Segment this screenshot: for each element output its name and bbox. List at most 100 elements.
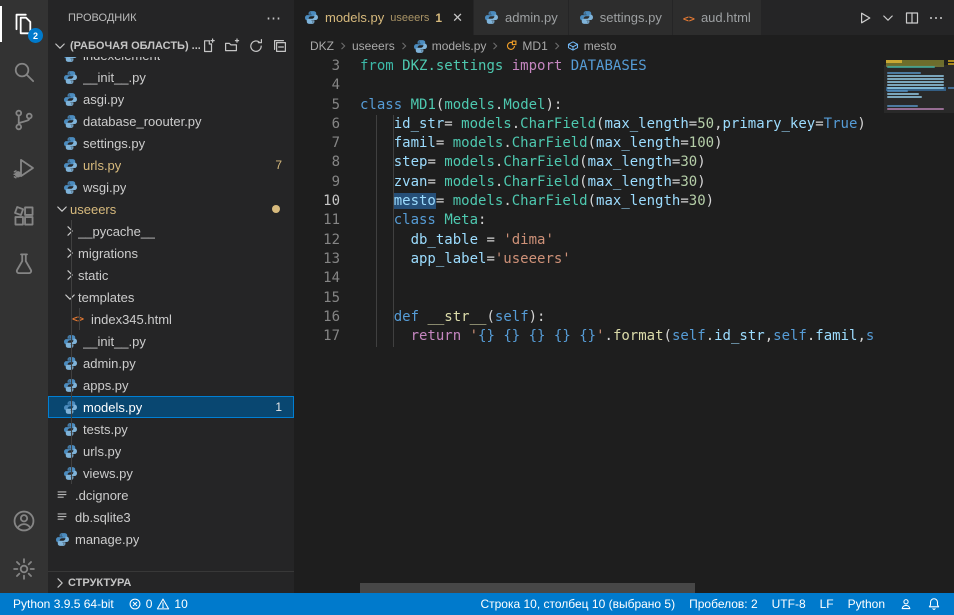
breadcrumb-item-mesto[interactable]: mesto (566, 39, 617, 53)
breadcrumb-label: MD1 (522, 39, 547, 53)
problems-status[interactable]: 010 (121, 593, 195, 615)
code-line-9[interactable]: 9 zvan= models.CharField(max_length=30) (294, 173, 884, 192)
split-editor-button[interactable] (902, 8, 922, 28)
code-line-13[interactable]: 13 app_label='useeers' (294, 250, 884, 269)
new-folder-icon[interactable] (224, 38, 240, 54)
activity-explorer[interactable]: 2 (0, 0, 48, 48)
tree-item-apps.py[interactable]: apps.py (48, 374, 294, 396)
tree-item-label: settings.py (83, 136, 145, 151)
eol-status[interactable]: LF (813, 593, 841, 615)
feedback-button[interactable] (892, 593, 920, 615)
tree-item-wsgi.py[interactable]: wsgi.py (48, 176, 294, 198)
tree-item-tests.py[interactable]: tests.py (48, 418, 294, 440)
badge-count: 2 (28, 28, 43, 43)
tab-models.py[interactable]: models.pyuseeers1✕ (294, 0, 474, 35)
editor-more-actions[interactable] (926, 8, 946, 28)
tab-aud.html[interactable]: <>aud.html (673, 0, 762, 35)
run-dropdown[interactable] (878, 8, 898, 28)
notifications-bell[interactable] (920, 593, 948, 615)
tree-item-__pycache__[interactable]: __pycache__ (48, 220, 294, 242)
tree-item-admin.py[interactable]: admin.py (48, 352, 294, 374)
code-line-8[interactable]: 8 step= models.CharField(max_length=30) (294, 153, 884, 172)
minimap-slider[interactable] (884, 65, 954, 113)
tree-item-useeers[interactable]: useeers (48, 198, 294, 220)
horizontal-scrollbar[interactable] (360, 583, 695, 593)
tree-item-indexelement[interactable]: indexelement (48, 57, 294, 66)
new-file-icon[interactable] (200, 38, 216, 54)
breadcrumb-item-useeers[interactable]: useeers (352, 39, 395, 53)
tree-item-label: db.sqlite3 (75, 510, 131, 525)
tree-item-migrations[interactable]: migrations (48, 242, 294, 264)
code-line-15[interactable]: 15 (294, 289, 884, 308)
run-button[interactable] (854, 8, 874, 28)
code-editor[interactable]: 3from DKZ.settings import DATABASES45cla… (294, 57, 884, 593)
breadcrumb-item-DKZ[interactable]: DKZ (310, 39, 334, 53)
line-number: 16 (294, 308, 340, 327)
tree-item-static[interactable]: static (48, 264, 294, 286)
line-number: 14 (294, 269, 340, 288)
minimap[interactable] (884, 57, 954, 593)
tree-item-manage.py[interactable]: manage.py (48, 528, 294, 550)
activity-account[interactable] (0, 497, 48, 545)
tab-admin.py[interactable]: admin.py (474, 0, 569, 35)
breadcrumb-item-models.py[interactable]: models.py (413, 39, 487, 54)
tab-settings.py[interactable]: settings.py (569, 0, 673, 35)
breadcrumb-item-MD1[interactable]: MD1 (504, 39, 547, 53)
code-line-text: return '{} {} {} {} {}'.format(self.id_s… (360, 327, 874, 346)
activity-extensions[interactable] (0, 192, 48, 240)
workspace-section-header[interactable]: (РАБОЧАЯ ОБЛАСТЬ) ... (48, 35, 294, 57)
indentation-status[interactable]: Пробелов: 2 (682, 593, 765, 615)
line-number: 12 (294, 231, 340, 250)
more-actions-icon[interactable]: ⋯ (266, 9, 282, 27)
cursor-position-status[interactable]: Строка 10, столбец 10 (выбрано 5) (473, 593, 682, 615)
outline-section-header[interactable]: СТРУКТУРА (48, 571, 294, 593)
encoding-status[interactable]: UTF-8 (765, 593, 813, 615)
activity-run-debug[interactable] (0, 144, 48, 192)
python-interpreter-status[interactable]: Python 3.9.5 64-bit (6, 593, 121, 615)
search-icon (12, 60, 36, 84)
tree-item-views.py[interactable]: views.py (48, 462, 294, 484)
py-file-icon (62, 466, 78, 481)
tree-item-urls.py[interactable]: urls.py7 (48, 154, 294, 176)
refresh-icon[interactable] (248, 38, 264, 54)
code-line-7[interactable]: 7 famil= models.CharField(max_length=100… (294, 134, 884, 153)
language-mode-status[interactable]: Python (841, 593, 892, 615)
tree-item-templates[interactable]: templates (48, 286, 294, 308)
tree-item-label: wsgi.py (83, 180, 126, 195)
activity-bar: 2 (0, 0, 48, 593)
breadcrumb-label: useeers (352, 39, 395, 53)
tree-item-__init__.py[interactable]: __init__.py (48, 330, 294, 352)
tree-item-database_roouter.py[interactable]: database_roouter.py (48, 110, 294, 132)
code-line-14[interactable]: 14 (294, 269, 884, 288)
tree-item-urls.py[interactable]: urls.py (48, 440, 294, 462)
tree-item-index345.html[interactable]: <>index345.html (48, 308, 294, 330)
tree-item-db.sqlite3[interactable]: db.sqlite3 (48, 506, 294, 528)
tree-item-settings.py[interactable]: settings.py (48, 132, 294, 154)
tree-item-label: templates (78, 290, 134, 305)
code-line-5[interactable]: 5class MD1(models.Model): (294, 96, 884, 115)
activity-settings[interactable] (0, 545, 48, 593)
outline-label: СТРУКТУРА (68, 577, 131, 589)
tree-item-asgi.py[interactable]: asgi.py (48, 88, 294, 110)
code-line-17[interactable]: 17 return '{} {} {} {} {}'.format(self.i… (294, 327, 884, 346)
activity-source-control[interactable] (0, 96, 48, 144)
code-line-16[interactable]: 16 def __str__(self): (294, 308, 884, 327)
code-line-3[interactable]: 3from DKZ.settings import DATABASES (294, 57, 884, 76)
close-icon[interactable]: ✕ (452, 10, 463, 26)
tab-label: settings.py (600, 10, 662, 25)
collapse-all-icon[interactable] (272, 38, 288, 54)
tree-indent-guide (79, 308, 80, 330)
activity-testing[interactable] (0, 240, 48, 288)
code-line-12[interactable]: 12 db_table = 'dima' (294, 231, 884, 250)
tree-item-.dcignore[interactable]: .dcignore (48, 484, 294, 506)
code-line-10[interactable]: 10 mesto= models.CharField(max_length=30… (294, 192, 884, 211)
code-line-6[interactable]: 6 id_str= models.CharField(max_length=50… (294, 115, 884, 134)
tree-item-__init__.py[interactable]: __init__.py (48, 66, 294, 88)
activity-search[interactable] (0, 48, 48, 96)
tree-item-models.py[interactable]: models.py1 (48, 396, 294, 418)
status-label: UTF-8 (772, 597, 806, 611)
code-line-text: id_str= models.CharField(max_length=50,p… (360, 115, 866, 134)
code-line-11[interactable]: 11 class Meta: (294, 211, 884, 230)
py-file-icon (62, 136, 78, 151)
code-line-4[interactable]: 4 (294, 76, 884, 95)
